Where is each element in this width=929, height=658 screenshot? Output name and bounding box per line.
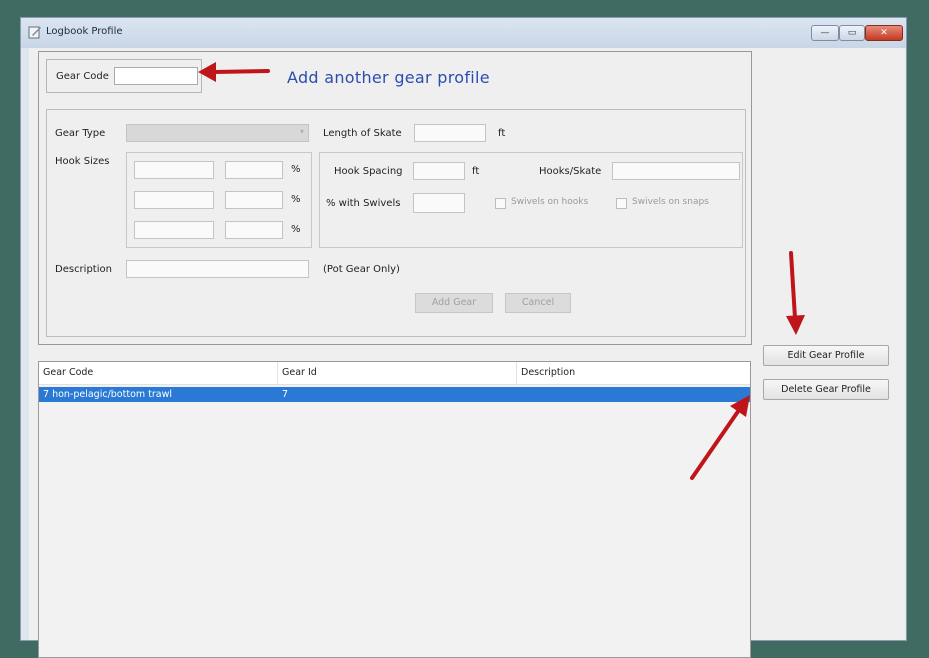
hook-sizes-label: Hook Sizes bbox=[55, 156, 110, 167]
percent-label: % bbox=[291, 164, 301, 175]
swivels-on-hooks-label: Swivels on hooks bbox=[511, 197, 589, 207]
pct-swivels-input[interactable] bbox=[413, 193, 465, 213]
length-unit-label: ft bbox=[498, 128, 506, 139]
hook-spacing-unit-label: ft bbox=[472, 166, 480, 177]
hook-size-3-input[interactable] bbox=[134, 221, 214, 239]
hook-size-2-input[interactable] bbox=[134, 191, 214, 209]
delete-gear-profile-button[interactable]: Delete Gear Profile bbox=[763, 379, 889, 400]
cell-gear-code: 7 hon-pelagic/bottom trawl bbox=[43, 389, 173, 400]
pot-gear-note: (Pot Gear Only) bbox=[323, 264, 400, 275]
minimize-button[interactable]: — bbox=[811, 25, 839, 41]
length-of-skate-label: Length of Skate bbox=[323, 128, 402, 139]
hooks-skate-label: Hooks/Skate bbox=[539, 166, 602, 177]
swivels-on-snaps-checkbox[interactable] bbox=[616, 198, 627, 209]
gear-entry-panel: Gear Code Add another gear profile Gear … bbox=[38, 51, 752, 345]
hook-sizes-group: % % % bbox=[126, 152, 312, 248]
gear-code-box: Gear Code bbox=[46, 59, 202, 93]
description-label: Description bbox=[55, 264, 112, 275]
column-header-gear-id[interactable]: Gear Id bbox=[278, 362, 517, 384]
edit-gear-profile-button[interactable]: Edit Gear Profile bbox=[763, 345, 889, 366]
hook-spacing-group: Hook Spacing ft Hooks/Skate % with Swive… bbox=[319, 152, 743, 248]
title-bar: Logbook Profile — ▭ ✕ bbox=[21, 18, 906, 48]
hook-spacing-input[interactable] bbox=[413, 162, 465, 180]
list-header: Gear Code Gear Id Description bbox=[39, 362, 750, 385]
cancel-button[interactable]: Cancel bbox=[505, 293, 571, 313]
pct-swivels-label: % with Swivels bbox=[326, 198, 401, 209]
gear-code-label: Gear Code bbox=[56, 71, 109, 82]
window-client-area: Gear Code Add another gear profile Gear … bbox=[29, 48, 905, 658]
cell-gear-id: 7 bbox=[282, 389, 289, 400]
hook-spacing-label: Hook Spacing bbox=[334, 166, 403, 177]
swivels-on-snaps-label: Swivels on snaps bbox=[632, 197, 709, 207]
swivels-on-hooks-checkbox[interactable] bbox=[495, 198, 506, 209]
column-header-gear-code[interactable]: Gear Code bbox=[39, 362, 278, 384]
close-button[interactable]: ✕ bbox=[865, 25, 903, 41]
hook-size-1-input[interactable] bbox=[134, 161, 214, 179]
gear-profile-list: Gear Code Gear Id Description 7 hon-pela… bbox=[38, 361, 751, 658]
gear-details-group: Gear Type ▾ Length of Skate ft Hook Size… bbox=[46, 109, 746, 337]
add-gear-button[interactable]: Add Gear bbox=[415, 293, 493, 313]
gear-type-select[interactable]: ▾ bbox=[126, 124, 309, 142]
column-header-description[interactable]: Description bbox=[517, 362, 752, 384]
percent-label: % bbox=[291, 194, 301, 205]
description-input[interactable] bbox=[126, 260, 309, 278]
gear-code-input[interactable] bbox=[114, 67, 198, 85]
logbook-profile-window: Logbook Profile — ▭ ✕ Gear Code Add anot… bbox=[20, 17, 907, 658]
gear-type-label: Gear Type bbox=[55, 128, 106, 139]
window-title: Logbook Profile bbox=[46, 26, 123, 37]
hook-size-3-percent-input[interactable] bbox=[225, 221, 283, 239]
table-row[interactable]: 7 hon-pelagic/bottom trawl 7 bbox=[39, 387, 750, 402]
hook-size-2-percent-input[interactable] bbox=[225, 191, 283, 209]
maximize-button[interactable]: ▭ bbox=[839, 25, 865, 41]
app-icon bbox=[28, 26, 41, 39]
cell-description bbox=[517, 387, 521, 402]
chevron-down-icon: ▾ bbox=[299, 127, 304, 136]
hooks-skate-input[interactable] bbox=[612, 162, 740, 180]
hook-size-1-percent-input[interactable] bbox=[225, 161, 283, 179]
add-gear-callout: Add another gear profile bbox=[287, 68, 490, 87]
percent-label: % bbox=[291, 224, 301, 235]
length-of-skate-input[interactable] bbox=[414, 124, 486, 142]
